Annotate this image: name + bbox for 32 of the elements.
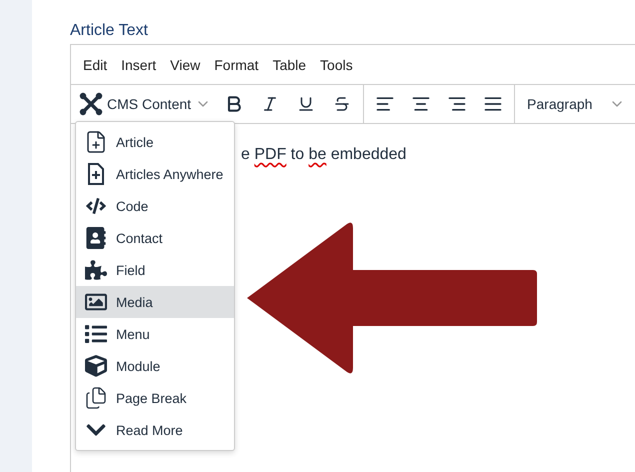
menubar-entry[interactable]: View (164, 52, 206, 76)
file-plus-icon (87, 163, 105, 185)
block-format-select[interactable]: Paragraph (519, 89, 631, 119)
cms-menu-item[interactable]: Code (76, 190, 234, 222)
cms-menu-item[interactable]: Menu (76, 318, 234, 350)
cms-menu-item[interactable]: Page Break (76, 382, 234, 414)
menubar-entry[interactable]: Table (266, 52, 312, 76)
puzzle-piece-icon (85, 259, 107, 281)
cube-icon (85, 355, 107, 377)
field-label: Article Text (70, 22, 149, 40)
image-icon (85, 291, 107, 313)
cms-menu-item[interactable]: Contact (76, 222, 234, 254)
menubar-entry[interactable]: Tools (314, 52, 359, 76)
menubar-entry[interactable]: Format (208, 52, 265, 76)
cms-menu-item[interactable]: Articles Anywhere (76, 158, 234, 190)
address-book-icon (85, 227, 107, 249)
cms-menu-item[interactable]: Article (76, 126, 234, 158)
logo-icon (79, 92, 103, 116)
files-icon (84, 386, 108, 410)
body-text: e PDF to be embedded (241, 146, 406, 163)
cms-menu-item[interactable]: Read More (76, 414, 234, 446)
menubar-entry[interactable]: Insert (115, 52, 162, 76)
cms-menu-item[interactable]: Module (76, 350, 234, 382)
strikethrough-icon (333, 95, 352, 113)
cms-menu-item[interactable]: Media (76, 286, 234, 318)
cms-menu-item[interactable]: Field (76, 254, 234, 286)
underline-icon (297, 95, 316, 113)
list-icon (85, 323, 107, 345)
code-icon (86, 196, 106, 216)
cms-content-button[interactable]: CMS Content (75, 89, 216, 119)
block-format-label: Paragraph (527, 96, 592, 112)
menubar-entry[interactable]: Edit (77, 52, 114, 76)
